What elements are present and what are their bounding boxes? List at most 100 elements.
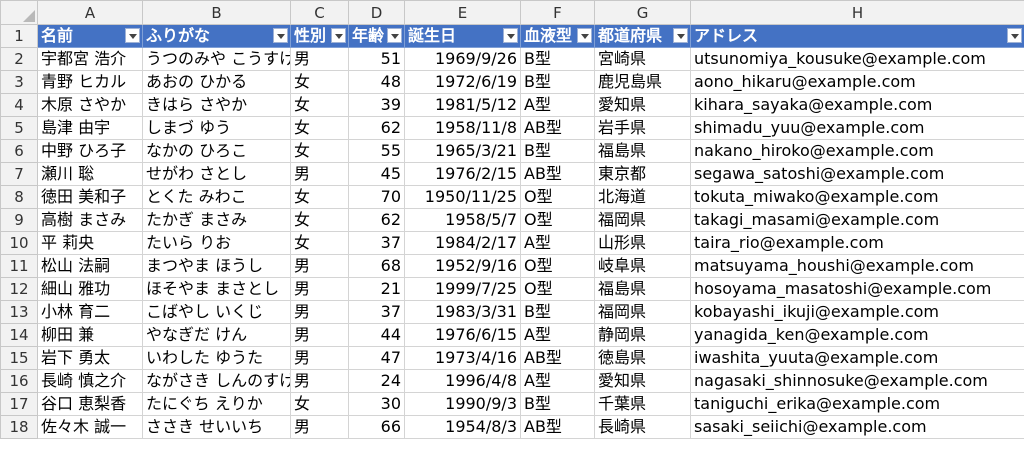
cell-name[interactable]: 佐々木 誠一 <box>37 415 143 439</box>
cell-blood-type[interactable]: O型 <box>520 254 595 278</box>
filter-dropdown-icon[interactable] <box>577 28 592 43</box>
cell-prefecture[interactable]: 宮崎県 <box>594 47 691 71</box>
cell-gender[interactable]: 男 <box>290 369 349 393</box>
cell-name[interactable]: 高樹 まさみ <box>37 208 143 232</box>
cell-age[interactable]: 24 <box>348 369 405 393</box>
cell-name[interactable]: 平 莉央 <box>37 231 143 255</box>
cell-prefecture[interactable]: 福島県 <box>594 277 691 301</box>
cell-blood-type[interactable]: A型 <box>520 323 595 347</box>
cell-name[interactable]: 小林 育二 <box>37 300 143 324</box>
cell-prefecture[interactable]: 東京都 <box>594 162 691 186</box>
row-header[interactable]: 8 <box>0 185 38 209</box>
cell-age[interactable]: 55 <box>348 139 405 163</box>
cell-address[interactable]: taira_rio@example.com <box>690 231 1024 255</box>
row-header[interactable]: 10 <box>0 231 38 255</box>
cell-birthday[interactable]: 1981/5/12 <box>404 93 521 117</box>
cell-address[interactable]: matsuyama_houshi@example.com <box>690 254 1024 278</box>
cell-name[interactable]: 岩下 勇太 <box>37 346 143 370</box>
cell-blood-type[interactable]: A型 <box>520 369 595 393</box>
cell-blood-type[interactable]: B型 <box>520 70 595 94</box>
cell-blood-type[interactable]: A型 <box>520 231 595 255</box>
column-header-E[interactable]: E <box>404 0 521 25</box>
row-header[interactable]: 4 <box>0 93 38 117</box>
cell-age[interactable]: 37 <box>348 300 405 324</box>
header-cell-furigana[interactable]: ふりがな <box>142 24 291 48</box>
column-header-H[interactable]: H <box>690 0 1024 25</box>
cell-blood-type[interactable]: O型 <box>520 208 595 232</box>
header-cell-blood-type[interactable]: 血液型 <box>520 24 595 48</box>
row-header[interactable]: 11 <box>0 254 38 278</box>
cell-birthday[interactable]: 1952/9/16 <box>404 254 521 278</box>
filter-dropdown-icon[interactable] <box>273 28 288 43</box>
cell-prefecture[interactable]: 千葉県 <box>594 392 691 416</box>
cell-birthday[interactable]: 1972/6/19 <box>404 70 521 94</box>
cell-furigana[interactable]: たにぐち えりか <box>142 392 291 416</box>
cell-blood-type[interactable]: A型 <box>520 93 595 117</box>
cell-gender[interactable]: 女 <box>290 392 349 416</box>
cell-furigana[interactable]: うつのみや こうすけ <box>142 47 291 71</box>
cell-age[interactable]: 51 <box>348 47 405 71</box>
row-header[interactable]: 15 <box>0 346 38 370</box>
row-header[interactable]: 5 <box>0 116 38 140</box>
cell-furigana[interactable]: こばやし いくじ <box>142 300 291 324</box>
cell-name[interactable]: 細山 雅功 <box>37 277 143 301</box>
header-cell-age[interactable]: 年齢 <box>348 24 405 48</box>
cell-prefecture[interactable]: 岩手県 <box>594 116 691 140</box>
cell-blood-type[interactable]: O型 <box>520 185 595 209</box>
cell-gender[interactable]: 女 <box>290 70 349 94</box>
cell-age[interactable]: 21 <box>348 277 405 301</box>
row-header[interactable]: 7 <box>0 162 38 186</box>
cell-name[interactable]: 徳田 美和子 <box>37 185 143 209</box>
cell-birthday[interactable]: 1973/4/16 <box>404 346 521 370</box>
filter-dropdown-icon[interactable] <box>331 28 346 43</box>
cell-address[interactable]: taniguchi_erika@example.com <box>690 392 1024 416</box>
cell-birthday[interactable]: 1950/11/25 <box>404 185 521 209</box>
cell-address[interactable]: tokuta_miwako@example.com <box>690 185 1024 209</box>
cell-age[interactable]: 47 <box>348 346 405 370</box>
row-header[interactable]: 12 <box>0 277 38 301</box>
cell-prefecture[interactable]: 福岡県 <box>594 208 691 232</box>
cell-prefecture[interactable]: 愛知県 <box>594 369 691 393</box>
cell-address[interactable]: hosoyama_masatoshi@example.com <box>690 277 1024 301</box>
cell-gender[interactable]: 女 <box>290 185 349 209</box>
header-cell-birthday[interactable]: 誕生日 <box>404 24 521 48</box>
cell-address[interactable]: nakano_hiroko@example.com <box>690 139 1024 163</box>
cell-address[interactable]: segawa_satoshi@example.com <box>690 162 1024 186</box>
row-header[interactable]: 2 <box>0 47 38 71</box>
cell-gender[interactable]: 男 <box>290 323 349 347</box>
cell-name[interactable]: 松山 法嗣 <box>37 254 143 278</box>
cell-prefecture[interactable]: 静岡県 <box>594 323 691 347</box>
cell-birthday[interactable]: 1954/8/3 <box>404 415 521 439</box>
header-cell-gender[interactable]: 性別 <box>290 24 349 48</box>
cell-blood-type[interactable]: B型 <box>520 47 595 71</box>
cell-name[interactable]: 宇都宮 浩介 <box>37 47 143 71</box>
cell-address[interactable]: yanagida_ken@example.com <box>690 323 1024 347</box>
cell-name[interactable]: 長崎 慎之介 <box>37 369 143 393</box>
cell-prefecture[interactable]: 福岡県 <box>594 300 691 324</box>
select-all-corner[interactable] <box>0 0 38 25</box>
row-header-1[interactable]: 1 <box>0 24 38 48</box>
header-cell-address[interactable]: アドレス <box>690 24 1024 48</box>
cell-age[interactable]: 66 <box>348 415 405 439</box>
cell-furigana[interactable]: たいら りお <box>142 231 291 255</box>
cell-prefecture[interactable]: 長崎県 <box>594 415 691 439</box>
cell-furigana[interactable]: ささき せいいち <box>142 415 291 439</box>
cell-age[interactable]: 45 <box>348 162 405 186</box>
filter-dropdown-icon[interactable] <box>1007 28 1022 43</box>
cell-gender[interactable]: 男 <box>290 254 349 278</box>
cell-name[interactable]: 瀬川 聡 <box>37 162 143 186</box>
cell-address[interactable]: kihara_sayaka@example.com <box>690 93 1024 117</box>
cell-birthday[interactable]: 1958/11/8 <box>404 116 521 140</box>
column-header-D[interactable]: D <box>348 0 405 25</box>
cell-age[interactable]: 62 <box>348 116 405 140</box>
cell-gender[interactable]: 男 <box>290 47 349 71</box>
cell-furigana[interactable]: ほそやま まさとし <box>142 277 291 301</box>
cell-furigana[interactable]: たかぎ まさみ <box>142 208 291 232</box>
cell-furigana[interactable]: あおの ひかる <box>142 70 291 94</box>
cell-furigana[interactable]: とくた みわこ <box>142 185 291 209</box>
cell-birthday[interactable]: 1965/3/21 <box>404 139 521 163</box>
cell-blood-type[interactable]: O型 <box>520 277 595 301</box>
filter-dropdown-icon[interactable] <box>125 28 140 43</box>
cell-prefecture[interactable]: 福島県 <box>594 139 691 163</box>
column-header-G[interactable]: G <box>594 0 691 25</box>
